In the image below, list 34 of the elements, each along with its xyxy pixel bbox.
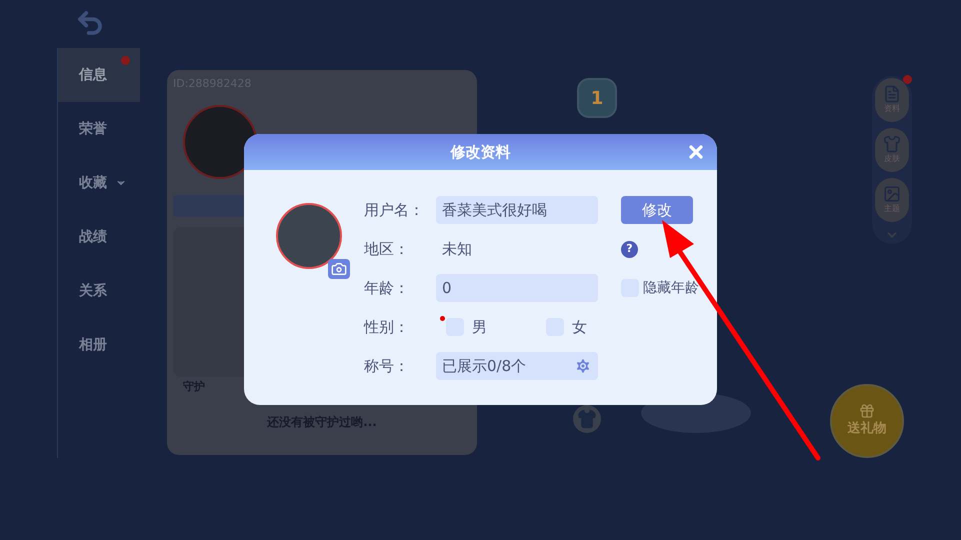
field-label: 年龄：	[364, 278, 410, 299]
sidebar-item[interactable]: 收藏	[58, 156, 140, 210]
action-icon	[883, 185, 901, 203]
action-icon	[883, 85, 901, 103]
rank-badge: 1	[577, 78, 617, 118]
help-button[interactable]: ?	[621, 240, 638, 258]
gift-button[interactable]: 送礼物	[830, 384, 904, 458]
settings-icon[interactable]	[574, 357, 592, 375]
camera-icon	[331, 261, 347, 277]
checkbox-label: 隐藏年龄	[643, 278, 699, 298]
sidebar-item[interactable]: 相册	[58, 318, 140, 372]
gift-icon	[859, 403, 875, 420]
field-label: 地区：	[364, 238, 410, 260]
alert-badge	[121, 56, 130, 65]
sidebar-item[interactable]: 信息	[58, 48, 140, 102]
camera-button[interactable]	[328, 259, 350, 279]
field-label: 用户名：	[364, 200, 425, 221]
dialog-title: 修改资料	[450, 142, 510, 163]
choice-box[interactable]	[446, 318, 464, 336]
sidebar-item[interactable]: 战绩	[58, 210, 140, 264]
field-label: 称号：	[364, 356, 410, 377]
field-value: 未知	[441, 238, 473, 260]
choice-label: 女	[572, 316, 587, 338]
shirt-icon[interactable]	[573, 405, 601, 433]
sidebar-item[interactable]: 关系	[58, 264, 140, 318]
text-field[interactable]: 香菜美式很好喝	[436, 196, 598, 224]
field-label: 性别：	[364, 316, 410, 338]
action-icon	[883, 135, 901, 153]
alert-badge	[903, 75, 912, 84]
text-field[interactable]: 0	[436, 274, 598, 302]
choice-label: 男	[472, 316, 487, 338]
title-select[interactable]: 已展示0/8个	[436, 352, 598, 380]
modify-button[interactable]: 修改	[621, 196, 693, 224]
sidebar-item[interactable]: 荣誉	[58, 102, 140, 156]
